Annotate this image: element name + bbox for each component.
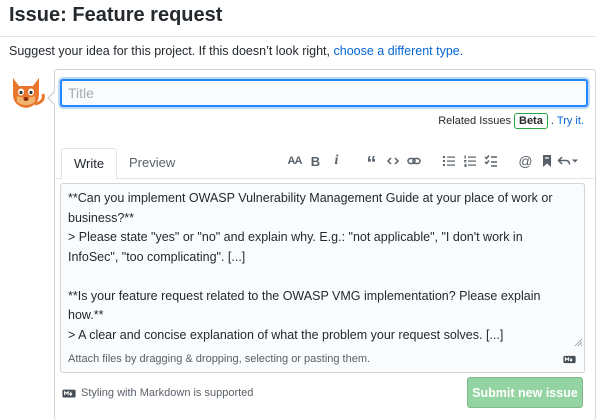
page-title: Issue: Feature request	[9, 4, 223, 26]
link-icon[interactable]	[403, 151, 424, 171]
mention-glyph: @	[518, 153, 533, 169]
task-list-icon[interactable]	[480, 151, 501, 171]
try-it-link[interactable]: Try it.	[557, 115, 584, 127]
text-size-glyph: AA	[287, 155, 303, 167]
page-subtitle: Suggest your idea for this project. If t…	[9, 44, 463, 58]
file-attachment-area[interactable]: Attach files by dragging & dropping, sel…	[60, 348, 585, 373]
bold-icon[interactable]: B	[305, 151, 326, 171]
reply-icon[interactable]	[557, 151, 578, 171]
submit-new-issue-button[interactable]: Submit new issue	[467, 377, 583, 408]
reply-chevron-down-icon	[572, 159, 578, 163]
choose-type-link[interactable]: choose a different type.	[334, 44, 464, 58]
avatar[interactable]	[5, 72, 47, 114]
bookmark-icon[interactable]	[536, 151, 557, 171]
italic-icon[interactable]: i	[326, 151, 347, 171]
composer-caret-inner	[49, 91, 56, 105]
ordered-list-icon[interactable]	[459, 151, 480, 171]
italic-glyph: i	[334, 153, 339, 168]
mention-icon[interactable]: @	[515, 151, 536, 171]
related-issues-label: Related Issues	[438, 115, 511, 127]
markdown-toolbar: AA B i “ @	[284, 151, 578, 175]
markdown-note-text: Styling with Markdown is supported	[81, 387, 254, 399]
subtitle-text: Suggest your idea for this project. If t…	[9, 44, 331, 58]
title-divider	[0, 36, 596, 37]
issue-title-input[interactable]	[60, 79, 588, 107]
markdown-icon	[563, 355, 576, 364]
related-issues: Related Issues Beta. Try it.	[438, 113, 584, 129]
resize-handle-icon[interactable]	[574, 338, 582, 346]
tab-preview[interactable]: Preview	[117, 148, 187, 178]
comment-body-textarea[interactable]: **Can you implement OWASP Vulnerability …	[60, 183, 585, 349]
tab-write[interactable]: Write	[61, 148, 118, 180]
bold-glyph: B	[310, 153, 321, 169]
code-icon[interactable]	[382, 151, 403, 171]
quote-icon[interactable]: “	[361, 151, 382, 175]
comment-body-text: **Can you implement OWASP Vulnerability …	[68, 191, 553, 342]
unordered-list-icon[interactable]	[438, 151, 459, 171]
beta-badge: Beta	[514, 113, 548, 129]
markdown-icon	[62, 389, 76, 397]
attach-hint: Attach files by dragging & dropping, sel…	[68, 353, 371, 365]
markdown-support-note: Styling with Markdown is supported	[62, 387, 253, 399]
text-size-icon[interactable]: AA	[284, 151, 305, 171]
quote-glyph: “	[366, 153, 377, 175]
